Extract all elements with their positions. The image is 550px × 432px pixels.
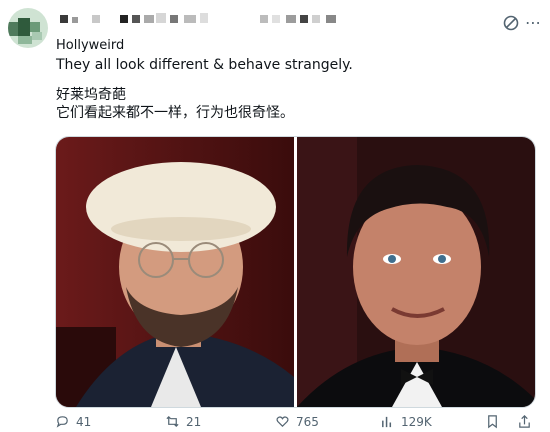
left-photo[interactable] — [56, 137, 294, 407]
views-icon — [382, 416, 392, 428]
post-media[interactable] — [55, 136, 536, 408]
reply-button[interactable]: 41 — [55, 414, 91, 429]
reply-count: 41 — [76, 414, 92, 429]
grok-icon[interactable] — [502, 14, 520, 32]
like-count: 765 — [296, 414, 319, 429]
repost-count: 21 — [186, 414, 202, 429]
bookmark-icon — [488, 415, 497, 429]
redacted-username — [60, 12, 370, 24]
like-icon — [276, 416, 289, 428]
avatar[interactable] — [8, 8, 48, 48]
display-name[interactable]: Hollyweird — [56, 38, 124, 53]
reply-icon — [56, 416, 68, 428]
right-photo[interactable] — [297, 137, 535, 407]
share-button[interactable] — [517, 414, 532, 429]
share-icon — [519, 415, 530, 428]
like-button[interactable]: 765 — [275, 414, 319, 429]
repost-icon — [166, 415, 179, 428]
post-text-english: They all look different & behave strange… — [56, 57, 353, 73]
views-count: 129K — [401, 414, 432, 429]
post-text-chinese-line-2: 它们看起来都不一样，行为也很奇怪。 — [56, 105, 294, 121]
bookmark-button[interactable] — [485, 414, 500, 429]
views-button[interactable]: 129K — [380, 414, 432, 429]
more-options-icon[interactable]: ⋯ — [524, 14, 542, 32]
post-text-chinese-line-1: 好莱坞奇葩 — [56, 87, 126, 103]
repost-button[interactable]: 21 — [165, 414, 201, 429]
post-actions: 41 21 765 129K — [55, 414, 535, 432]
